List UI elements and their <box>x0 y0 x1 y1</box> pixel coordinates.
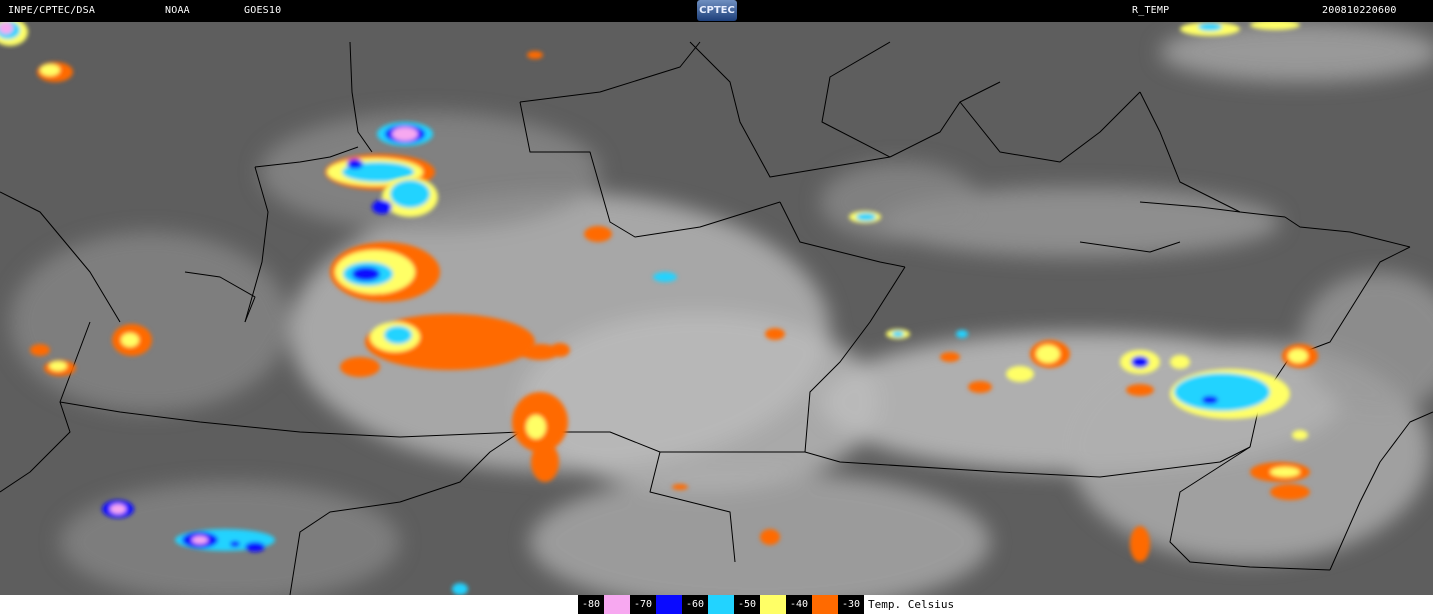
cptec-logo: CPTEC <box>697 0 737 21</box>
legend-label: -80 <box>578 595 604 614</box>
product-label: R_TEMP <box>1132 5 1170 16</box>
legend-swatch <box>812 595 838 614</box>
agency-label: NOAA <box>165 5 190 16</box>
legend-label: -30 <box>838 595 864 614</box>
satellite-image-viewer: INPE/CPTEC/DSA NOAA GOES10 CPTEC R_TEMP … <box>0 0 1433 614</box>
timestamp-label: 200810220600 <box>1322 5 1397 16</box>
temperature-legend: -80 -70 -60 -50 -40 -30 Temp. Celsius <box>578 595 954 614</box>
legend-label: -70 <box>630 595 656 614</box>
legend-swatch <box>708 595 734 614</box>
storm-cell <box>330 242 440 302</box>
satellite-label: GOES10 <box>244 5 282 16</box>
infrared-satellite-map <box>0 22 1433 595</box>
legend-label: -40 <box>786 595 812 614</box>
legend-label: -50 <box>734 595 760 614</box>
legend-swatch <box>604 595 630 614</box>
legend-swatch <box>656 595 682 614</box>
source-label: INPE/CPTEC/DSA <box>8 5 96 16</box>
header-bar: INPE/CPTEC/DSA NOAA GOES10 CPTEC R_TEMP … <box>0 0 1433 22</box>
legend-label: -60 <box>682 595 708 614</box>
legend-bar: -80 -70 -60 -50 -40 -30 Temp. Celsius <box>0 595 1433 614</box>
legend-title: Temp. Celsius <box>868 598 955 611</box>
legend-swatch <box>760 595 786 614</box>
